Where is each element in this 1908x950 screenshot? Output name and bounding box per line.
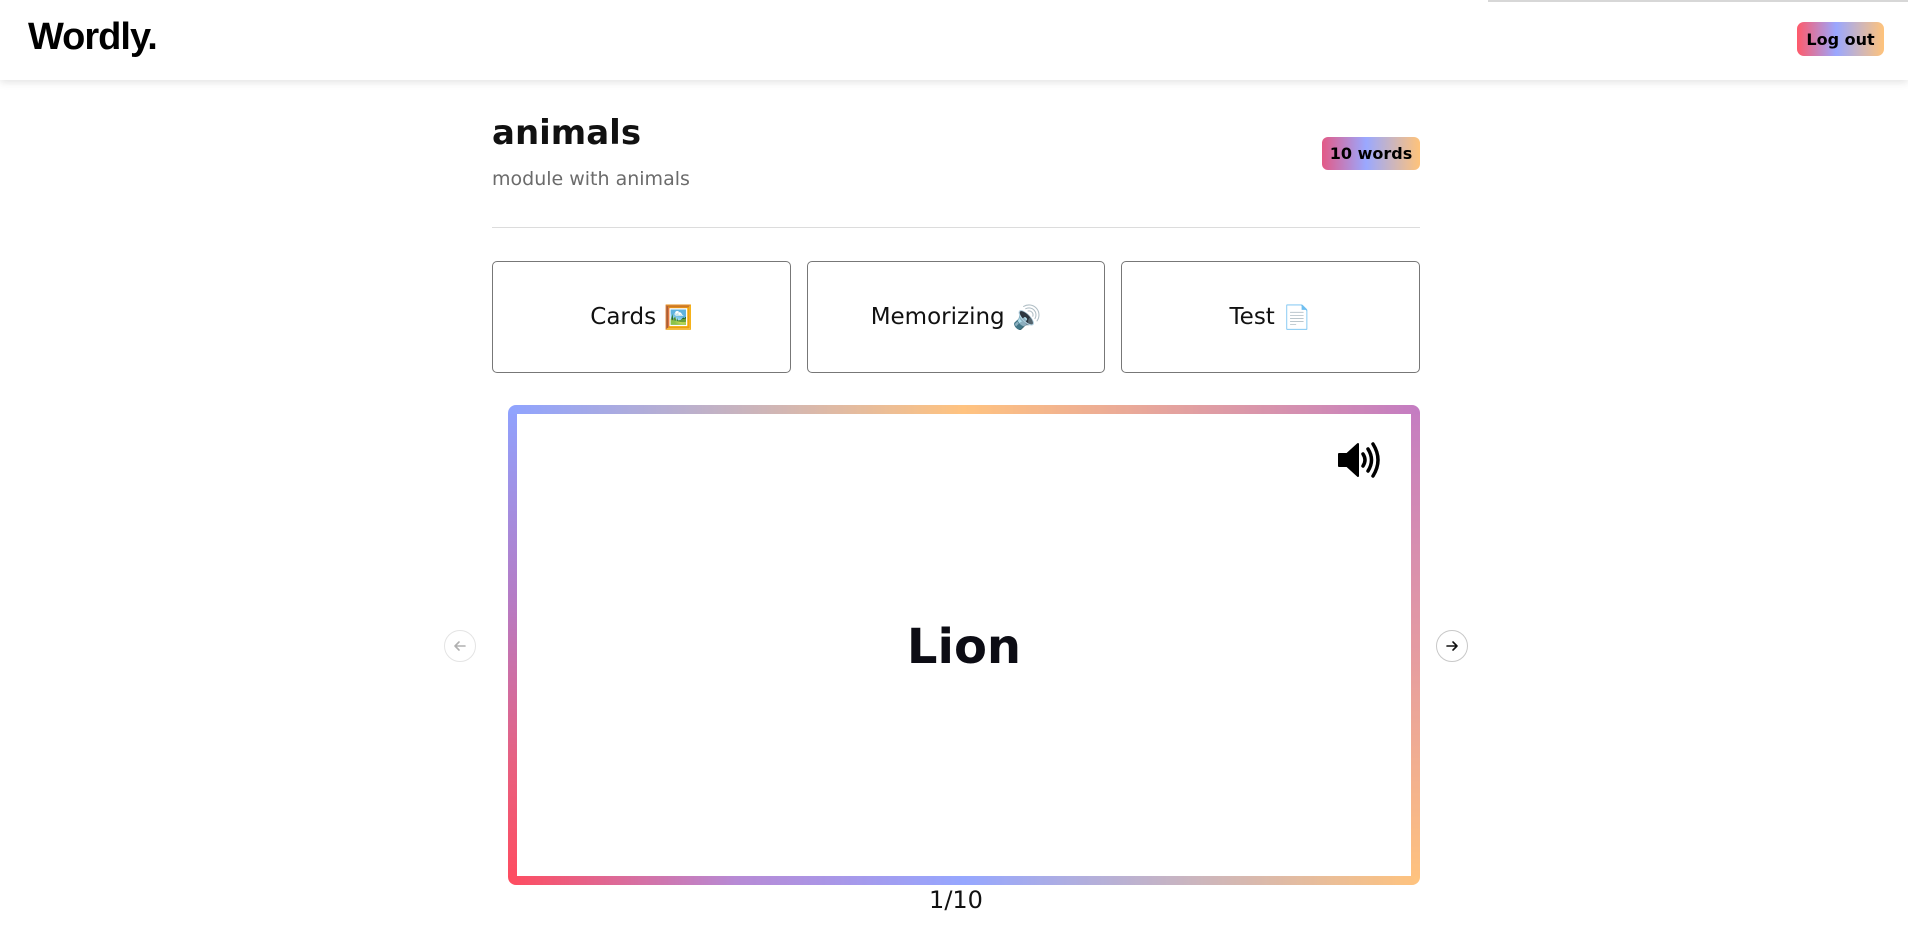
app-header: Wordly. Log out [0,0,1908,80]
speaker-emoji-icon: 🔊 [1012,304,1042,331]
word-count-badge: 10 words [1322,137,1420,170]
module-description: module with animals [492,168,690,190]
logout-button[interactable]: Log out [1797,22,1884,56]
header-accent-line [1488,0,1908,2]
arrow-right-icon [1446,641,1458,651]
picture-icon: 🖼️ [664,304,693,331]
speaker-icon[interactable] [1337,441,1381,479]
test-mode-label: Test [1229,304,1275,330]
module-title: animals [492,113,642,153]
flashcard-frame: Lion [508,405,1420,885]
card-counter: 1/10 [929,886,983,914]
arrow-left-icon [454,641,466,651]
document-icon: 📄 [1282,304,1312,331]
memorizing-mode-label: Memorizing [870,304,1005,330]
test-mode-button[interactable]: Test 📄 [1121,261,1420,373]
next-card-button[interactable] [1436,630,1468,662]
memorizing-mode-button[interactable]: Memorizing 🔊 [807,261,1105,373]
section-divider [492,227,1420,228]
cards-mode-label: Cards [590,304,657,330]
prev-card-button[interactable] [444,630,476,662]
cards-mode-button[interactable]: Cards 🖼️ [492,261,791,373]
flashcard[interactable]: Lion [517,414,1411,876]
app-logo[interactable]: Wordly. [28,16,158,59]
flashcard-word: Lion [906,619,1022,675]
